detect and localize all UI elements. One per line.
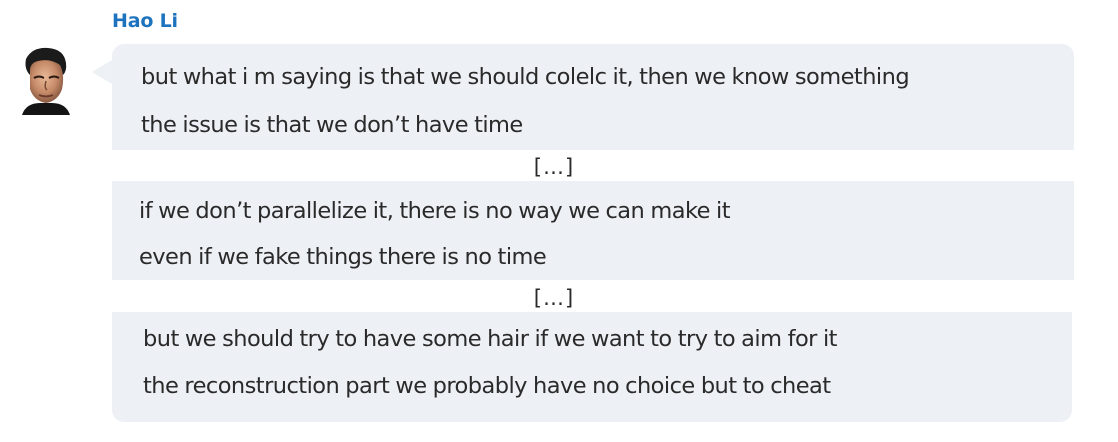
message-bubble[interactable]: but we should try to have some hair if w… — [112, 312, 1072, 422]
omitted-messages-marker: […] — [533, 286, 575, 310]
bubble-tail — [92, 60, 112, 84]
message-bubble[interactable]: if we don’t parallelize it, there is no … — [112, 181, 1074, 280]
sender-name[interactable]: Hao Li — [112, 8, 178, 34]
message-line: but we should try to have some hair if w… — [143, 326, 837, 352]
avatar[interactable] — [18, 45, 74, 115]
message-line: the issue is that we don’t have time — [141, 112, 523, 138]
user-avatar-icon — [22, 47, 70, 115]
message-line: the reconstruction part we probably have… — [143, 373, 831, 399]
omitted-messages-marker: […] — [533, 155, 575, 179]
message-bubble[interactable]: but what i m saying is that we should co… — [112, 44, 1074, 150]
message-line: if we don’t parallelize it, there is no … — [139, 198, 731, 224]
message-line: even if we fake things there is no time — [139, 244, 547, 270]
message-line: but what i m saying is that we should co… — [141, 64, 910, 90]
